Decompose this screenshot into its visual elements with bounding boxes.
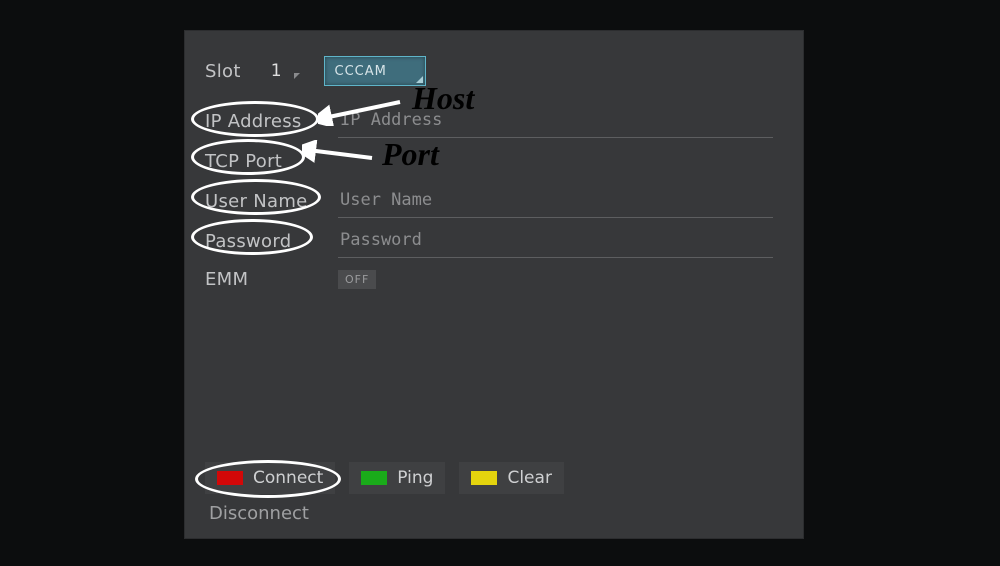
clear-button[interactable]: Clear bbox=[459, 462, 563, 494]
slot-row: Slot 1 CCCAM bbox=[205, 53, 773, 89]
username-row: User Name bbox=[205, 183, 773, 219]
dropdown-corner-icon bbox=[416, 76, 423, 83]
emm-row: EMM OFF bbox=[205, 261, 773, 297]
protocol-selector[interactable]: CCCAM bbox=[324, 56, 426, 86]
emm-toggle[interactable]: OFF bbox=[338, 270, 376, 289]
username-input[interactable] bbox=[338, 185, 773, 218]
port-label: TCP Port bbox=[205, 151, 320, 172]
connect-button[interactable]: Connect bbox=[205, 462, 335, 494]
protocol-label: CCCAM bbox=[335, 64, 387, 79]
emm-label: EMM bbox=[205, 269, 320, 290]
password-row: Password bbox=[205, 223, 773, 259]
yellow-swatch-icon bbox=[471, 471, 497, 485]
disconnect-button[interactable]: Disconnect bbox=[209, 503, 309, 524]
ip-row: IP Address bbox=[205, 103, 773, 139]
password-label: Password bbox=[205, 231, 320, 252]
green-swatch-icon bbox=[361, 471, 387, 485]
settings-panel: Slot 1 CCCAM IP Address TCP Port User Na… bbox=[185, 31, 803, 538]
red-swatch-icon bbox=[217, 471, 243, 485]
ping-button[interactable]: Ping bbox=[349, 462, 445, 494]
port-row: TCP Port bbox=[205, 143, 773, 179]
slot-value-selector[interactable]: 1 bbox=[261, 61, 292, 81]
connect-label: Connect bbox=[253, 468, 323, 488]
ip-input[interactable] bbox=[338, 105, 773, 138]
ip-label: IP Address bbox=[205, 111, 320, 132]
password-input[interactable] bbox=[338, 225, 773, 258]
button-row: Connect Ping Clear bbox=[205, 462, 564, 494]
clear-label: Clear bbox=[507, 468, 551, 488]
slot-label: Slot bbox=[205, 61, 241, 82]
ping-label: Ping bbox=[397, 468, 433, 488]
username-label: User Name bbox=[205, 191, 320, 212]
dropdown-triangle-icon bbox=[294, 73, 300, 79]
